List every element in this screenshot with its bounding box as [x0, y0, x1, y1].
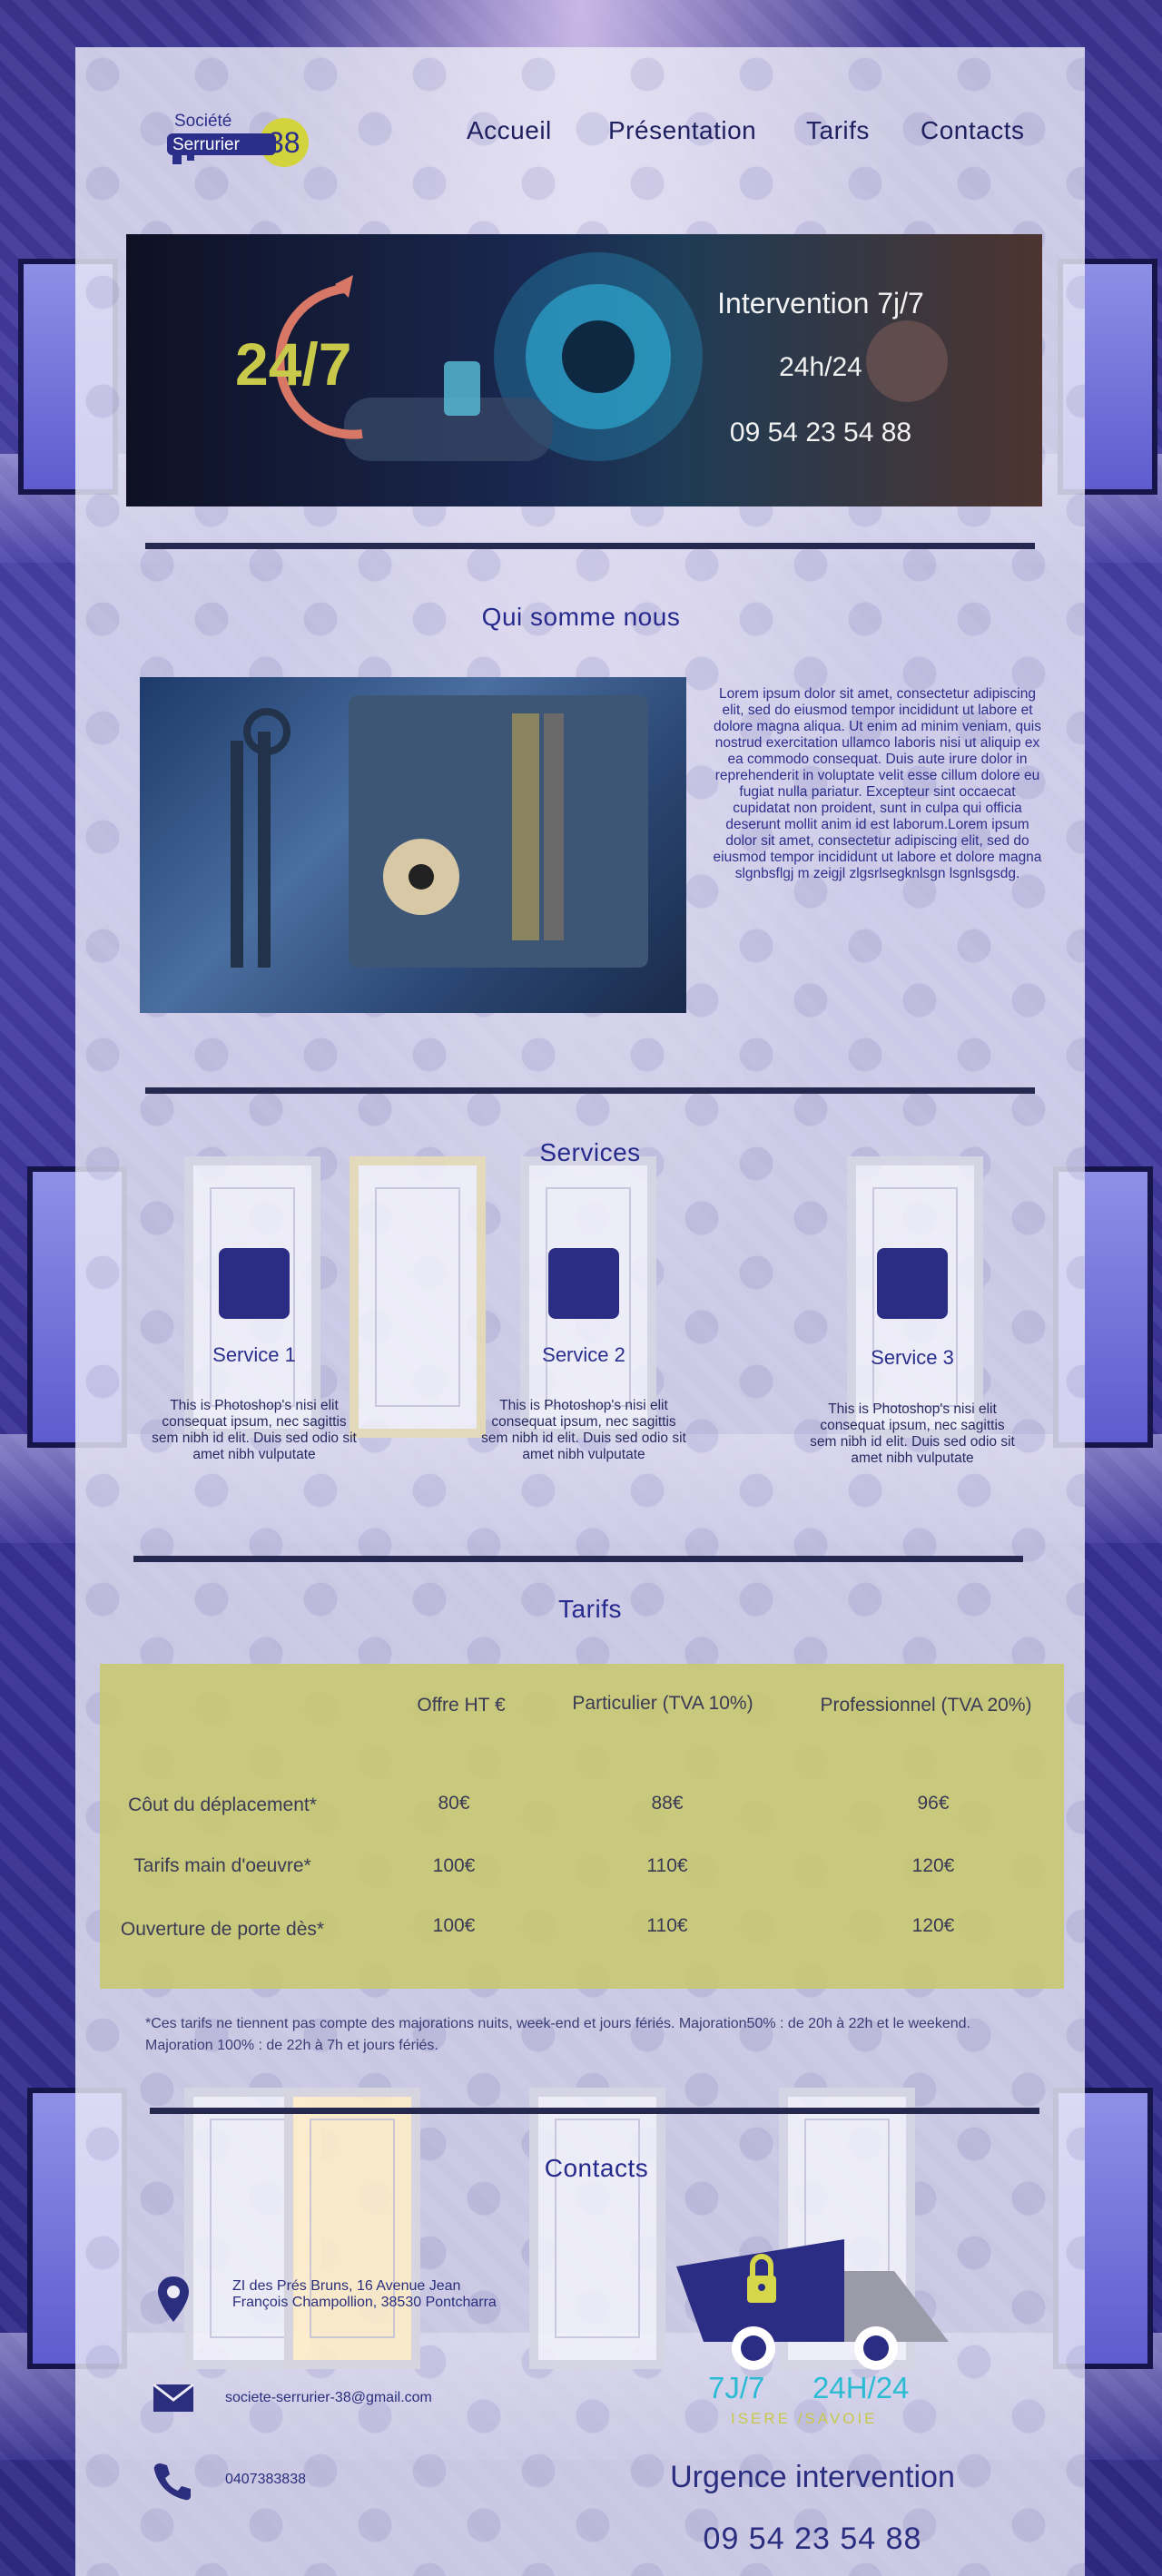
service-2-text: This is Photoshop's nisi elit consequat …	[481, 1398, 686, 1462]
lock-photo	[140, 677, 686, 1013]
truck-text-right: 24H/24	[812, 2371, 910, 2404]
about-text: Lorem ipsum dolor sit amet, consectetur …	[713, 686, 1042, 881]
hero-banner: 24/7 Intervention 7j/7 24h/24 09 54 23 5…	[126, 234, 1042, 506]
nav-accueil[interactable]: Accueil	[467, 116, 552, 145]
service-2-icon	[548, 1248, 619, 1319]
tarifs-note: *Ces tarifs ne tiennent pas compte des m…	[145, 2016, 970, 2053]
truck-text-left: 7J/7	[708, 2371, 765, 2404]
tarifs-header-professionnel: Professionnel (TVA 20%)	[820, 1695, 1032, 1716]
service-3-icon	[877, 1248, 948, 1319]
tarifs-cell: 120€	[911, 1915, 955, 1936]
tarifs-cell: 96€	[917, 1793, 950, 1814]
tarifs-header-particulier: Particulier (TVA 10%)	[572, 1693, 753, 1714]
tarifs-cell: 80€	[438, 1793, 470, 1814]
divider	[133, 1556, 1023, 1562]
service-1-text: This is Photoshop's nisi elit consequat …	[152, 1398, 357, 1462]
badge-24-7: 24/7	[235, 330, 352, 398]
tarifs-title: Tarifs	[558, 1595, 622, 1623]
service-1-title: Service 1	[212, 1343, 296, 1366]
tarifs-cell: 88€	[651, 1793, 684, 1814]
nav-tarifs[interactable]: Tarifs	[806, 116, 870, 145]
about-title: Qui somme nous	[481, 603, 681, 631]
logo-line2: Serrurier	[172, 135, 240, 154]
tarifs-row-label: Ouverture de porte dès*	[120, 1919, 325, 1940]
tarifs-cell: 110€	[646, 1915, 688, 1936]
site-logo[interactable]: Société Serrurier 38	[163, 104, 327, 186]
tarifs-cell: 100€	[432, 1855, 476, 1876]
truck-icon	[676, 2239, 949, 2370]
service-3-title: Service 3	[871, 1346, 954, 1369]
tarifs-cell: 100€	[432, 1915, 476, 1936]
location-pin-icon	[158, 2276, 189, 2322]
background-door	[350, 1156, 486, 1438]
background-door	[529, 2088, 665, 2369]
truck-logo: 7J/7 24H/24 ISERE /SAVOIE	[667, 2235, 958, 2436]
tarifs-table: Offre HT € Particulier (TVA 10%) Profess…	[100, 1664, 1064, 1989]
services-title: Services	[539, 1138, 641, 1166]
envelope-icon	[153, 2384, 194, 2412]
nav-presentation[interactable]: Présentation	[608, 116, 756, 145]
urgence-title: Urgence intervention	[670, 2460, 955, 2494]
truck-subtitle: ISERE /SAVOIE	[731, 2410, 878, 2427]
divider	[145, 543, 1035, 549]
background-door	[284, 2088, 420, 2369]
tarifs-row-label: Tarifs main d'oeuvre*	[133, 1855, 311, 1876]
contacts-title: Contacts	[544, 2154, 649, 2182]
banner-line1: Intervention 7j/7	[717, 287, 924, 320]
contact-address: ZI des Prés Bruns, 16 Avenue Jean Franço…	[232, 2278, 497, 2310]
nav-contacts[interactable]: Contacts	[921, 116, 1025, 145]
service-1-icon	[219, 1248, 290, 1319]
contact-phone[interactable]: 0407383838	[225, 2472, 306, 2488]
contact-email[interactable]: societe-serrurier-38@gmail.com	[225, 2390, 432, 2406]
divider	[145, 1087, 1035, 1094]
logo-number: 38	[268, 126, 300, 159]
tarifs-cell: 110€	[646, 1855, 688, 1876]
tarifs-header-offre: Offre HT €	[417, 1695, 506, 1716]
tarifs-row-label: Côut du déplacement*	[128, 1794, 317, 1815]
service-2-title: Service 2	[542, 1343, 625, 1366]
urgence-phone[interactable]: 09 54 23 54 88	[626, 2522, 999, 2557]
service-3-text: This is Photoshop's nisi elit consequat …	[810, 1401, 1015, 1466]
banner-phone[interactable]: 09 54 23 54 88	[671, 418, 970, 448]
logo-line1: Société	[174, 112, 232, 131]
tarifs-cell: 120€	[911, 1855, 955, 1876]
banner-line2: 24h/24	[779, 352, 862, 382]
phone-icon	[153, 2463, 191, 2501]
divider	[150, 2108, 1039, 2114]
lock-illustration	[231, 695, 648, 968]
